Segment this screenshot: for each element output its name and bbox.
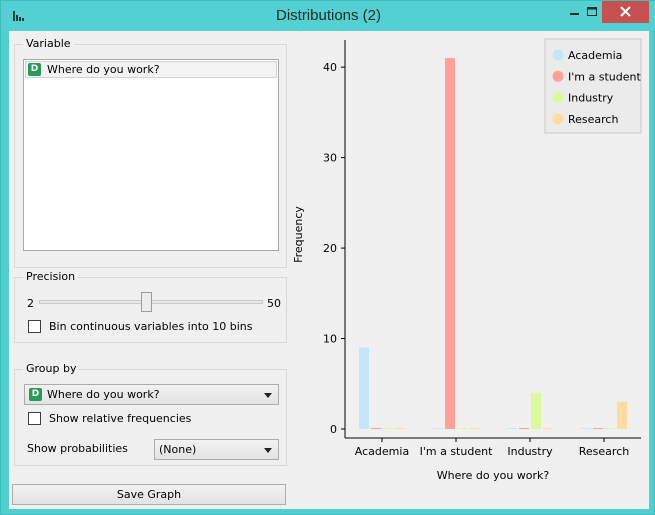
y-axis-label: Frequency <box>292 206 305 263</box>
bar <box>445 58 455 430</box>
legend-label: Research <box>568 113 618 126</box>
bar <box>433 428 443 429</box>
x-tick-label: Industry <box>507 445 553 458</box>
y-tick-label: 40 <box>323 61 337 74</box>
bar <box>543 428 553 429</box>
title-bar: Distributions (2) <box>1 1 655 31</box>
x-tick-label: Academia <box>355 445 409 458</box>
bar <box>457 428 467 429</box>
y-tick-label: 0 <box>330 423 337 436</box>
x-tick-label: I'm a student <box>420 445 493 458</box>
legend-label: Industry <box>568 92 614 105</box>
bar <box>371 428 381 429</box>
bar <box>581 428 591 429</box>
legend-marker <box>552 113 564 125</box>
bar <box>593 428 603 429</box>
bar <box>617 401 627 429</box>
legend-marker <box>552 92 564 104</box>
x-tick-label: Research <box>579 445 629 458</box>
y-tick-label: 10 <box>323 333 337 346</box>
distribution-chart: 0 10 20 30 40 Academia I'm a student Industry Re… <box>292 38 642 482</box>
y-tick-label: 30 <box>323 152 337 165</box>
legend-label: I'm a student <box>568 70 641 83</box>
bar <box>519 428 529 429</box>
bar <box>605 428 615 429</box>
x-axis-label: Where do you work? <box>437 469 550 482</box>
bar <box>359 347 369 429</box>
client-area: Variable D Where do you work? Precision … <box>9 31 649 509</box>
bar <box>395 428 405 429</box>
bar <box>469 428 479 429</box>
bar <box>507 428 517 429</box>
legend-label: Academia <box>568 49 622 62</box>
bar <box>531 392 541 429</box>
y-tick-label: 20 <box>323 242 337 255</box>
app-window: Distributions (2) Variable D Where do yo… <box>0 0 655 515</box>
bar <box>383 428 393 429</box>
legend-marker <box>552 70 564 82</box>
window-title: Distributions (2) <box>275 7 382 24</box>
legend-marker <box>552 49 564 61</box>
close-icon[interactable] <box>602 1 649 23</box>
